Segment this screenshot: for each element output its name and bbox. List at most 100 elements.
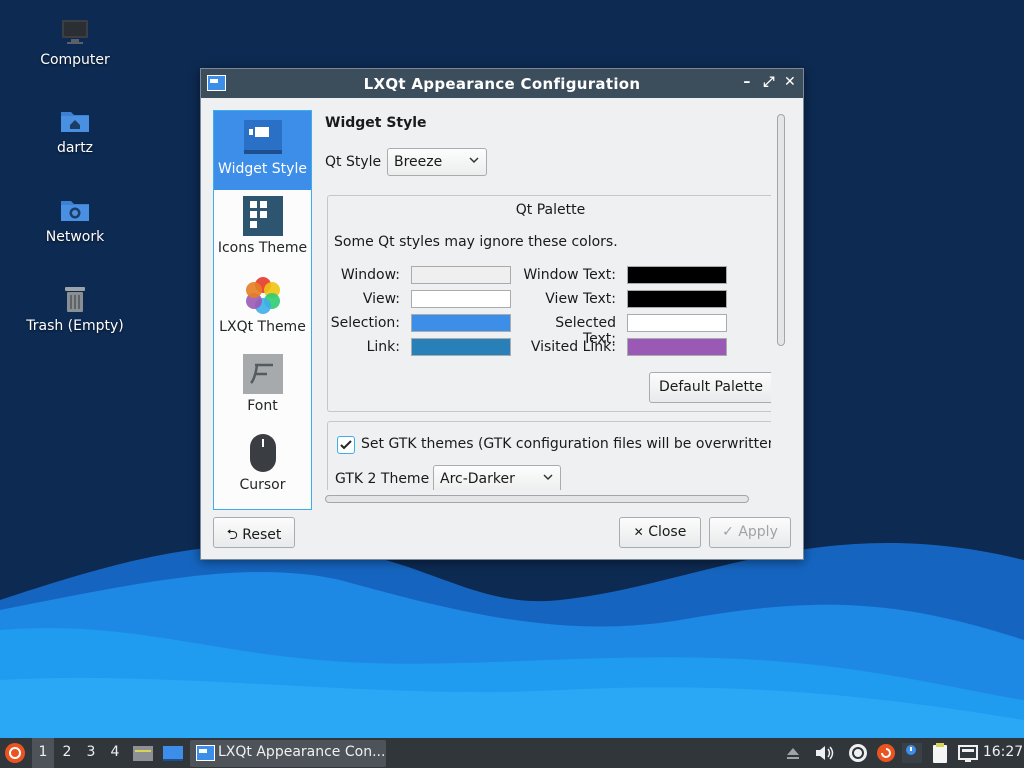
- chevron-down-icon: [543, 474, 553, 481]
- clock[interactable]: 16:27: [982, 744, 1024, 760]
- scrollbar-thumb[interactable]: [325, 495, 749, 503]
- window-title: LXQt Appearance Configuration: [363, 75, 641, 93]
- desktop-icon-label: Network: [45, 229, 105, 245]
- window-text-color-button[interactable]: [627, 266, 727, 284]
- desktop-icon-home[interactable]: dartz: [20, 104, 130, 156]
- show-desktop-button[interactable]: [160, 738, 186, 768]
- taskbar: 1 2 3 4 LXQt Appearance Con... 16:27: [0, 738, 1024, 768]
- chevron-down-icon: [469, 157, 479, 164]
- network-tray-button[interactable]: [956, 738, 980, 768]
- minimize-button[interactable]: –: [739, 74, 755, 92]
- close-button[interactable]: ✕ Close: [619, 517, 701, 548]
- sidebar-item-label: LXQt Theme: [219, 319, 306, 335]
- view-text-color-button[interactable]: [627, 290, 727, 308]
- taskbar-task-appearance[interactable]: LXQt Appearance Con...: [190, 740, 386, 767]
- desktop-icon-computer[interactable]: Computer: [20, 16, 130, 68]
- lxqt-theme-icon: [245, 277, 280, 314]
- notification-tray-button[interactable]: [900, 738, 924, 768]
- desktop-switch-4[interactable]: 4: [104, 738, 126, 768]
- reset-label: Reset: [242, 527, 282, 543]
- checkmark-icon: [340, 440, 352, 450]
- checkmark-icon: ✓: [722, 524, 734, 540]
- sidebar-item-label: Widget Style: [218, 161, 307, 177]
- gtk-themes-group: Set GTK themes (GTK configuration files …: [327, 421, 771, 490]
- file-manager-launcher[interactable]: [130, 738, 156, 768]
- eject-tray-button[interactable]: [782, 738, 804, 768]
- selected-text-color-button[interactable]: [627, 314, 727, 332]
- close-window-button[interactable]: ✕: [782, 74, 798, 92]
- network-icon: [958, 745, 978, 762]
- default-palette-button[interactable]: Default Palette: [649, 372, 771, 403]
- desktop-switch-1[interactable]: 1: [32, 738, 54, 768]
- sync-tray-button[interactable]: [846, 738, 870, 768]
- sidebar-item-label: Font: [247, 398, 278, 414]
- selection-color-button[interactable]: [411, 314, 511, 332]
- palette-label-selection: Selection:: [330, 315, 400, 331]
- qt-style-label: Qt Style: [325, 154, 382, 170]
- icons-theme-icon: [242, 196, 283, 236]
- main-menu-button[interactable]: [2, 738, 28, 768]
- ubuntu-logo-icon: [5, 743, 25, 763]
- gtk2-theme-label: GTK 2 Theme: [335, 471, 430, 487]
- palette-label-view: View:: [362, 291, 400, 307]
- sidebar-item-widget-style[interactable]: Widget Style: [214, 111, 311, 190]
- window-titlebar[interactable]: LXQt Appearance Configuration – ⤢ ✕: [201, 69, 803, 98]
- sidebar-item-label: Cursor: [239, 477, 286, 493]
- view-color-button[interactable]: [411, 290, 511, 308]
- volume-icon: [816, 746, 834, 760]
- palette-label-window-text: Window Text:: [523, 267, 616, 283]
- reset-button[interactable]: ⮌ Reset: [213, 517, 295, 548]
- file-manager-icon: [133, 746, 153, 761]
- show-desktop-icon: [163, 746, 183, 761]
- volume-tray-button[interactable]: [812, 738, 836, 768]
- gtk2-theme-dropdown[interactable]: Arc-Darker: [433, 465, 561, 490]
- qt-palette-title: Qt Palette: [515, 202, 586, 218]
- sidebar-item-font[interactable]: Font: [214, 348, 311, 427]
- sync-icon: [849, 744, 867, 762]
- clipboard-icon: [933, 743, 947, 763]
- qt-style-value: Breeze: [394, 154, 443, 170]
- sidebar-item-icons-theme[interactable]: Icons Theme: [214, 190, 311, 269]
- apply-button[interactable]: ✓ Apply: [709, 517, 791, 548]
- widget-style-page: Widget Style Qt Style Breeze Qt Palette …: [325, 110, 771, 490]
- close-label: Close: [648, 524, 687, 540]
- home-folder-icon: [61, 112, 89, 132]
- palette-label-link: Link:: [366, 339, 400, 355]
- gtk-themes-checkbox[interactable]: [337, 436, 355, 454]
- link-color-button[interactable]: [411, 338, 511, 356]
- sidebar-item-cursor[interactable]: Cursor: [214, 427, 311, 506]
- reset-icon: ⮌: [226, 527, 238, 543]
- desktop-icon-label: Computer: [40, 52, 110, 68]
- notification-icon: [902, 743, 922, 763]
- close-icon: ✕: [633, 525, 644, 539]
- desktop-switch-3[interactable]: 3: [80, 738, 102, 768]
- vertical-scrollbar[interactable]: [776, 113, 786, 493]
- desktop-icon-trash[interactable]: Trash (Empty): [20, 282, 130, 334]
- desktop-icon-label: dartz: [56, 140, 94, 156]
- desktop-icon-network[interactable]: Network: [20, 193, 130, 245]
- scrollbar-thumb[interactable]: [777, 114, 785, 346]
- window-color-button[interactable]: [411, 266, 511, 284]
- clipboard-tray-button[interactable]: [928, 738, 952, 768]
- qt-palette-note: Some Qt styles may ignore these colors.: [334, 234, 618, 250]
- trash-icon: [65, 287, 85, 312]
- gtk2-theme-value: Arc-Darker: [440, 471, 515, 487]
- desktop-icon-label: Trash (Empty): [26, 318, 124, 334]
- eject-icon: [787, 748, 799, 759]
- font-icon: [242, 354, 283, 394]
- network-folder-icon: [61, 201, 89, 221]
- update-tray-button[interactable]: [874, 738, 898, 768]
- desktop-switch-2[interactable]: 2: [56, 738, 78, 768]
- qt-palette-group: Qt Palette Some Qt styles may ignore the…: [327, 195, 771, 412]
- maximize-button[interactable]: ⤢: [761, 74, 777, 92]
- task-label: LXQt Appearance Con...: [218, 744, 386, 760]
- visited-link-color-button[interactable]: [627, 338, 727, 356]
- update-icon: [877, 744, 895, 762]
- page-title: Widget Style: [325, 115, 427, 131]
- widget-style-icon: [243, 120, 282, 154]
- qt-style-dropdown[interactable]: Breeze: [387, 148, 487, 176]
- apply-label: Apply: [738, 524, 778, 540]
- horizontal-scrollbar[interactable]: [325, 494, 749, 504]
- sidebar-item-lxqt-theme[interactable]: LXQt Theme: [214, 269, 311, 348]
- gtk-themes-checkbox-label: Set GTK themes (GTK configuration files …: [361, 436, 771, 452]
